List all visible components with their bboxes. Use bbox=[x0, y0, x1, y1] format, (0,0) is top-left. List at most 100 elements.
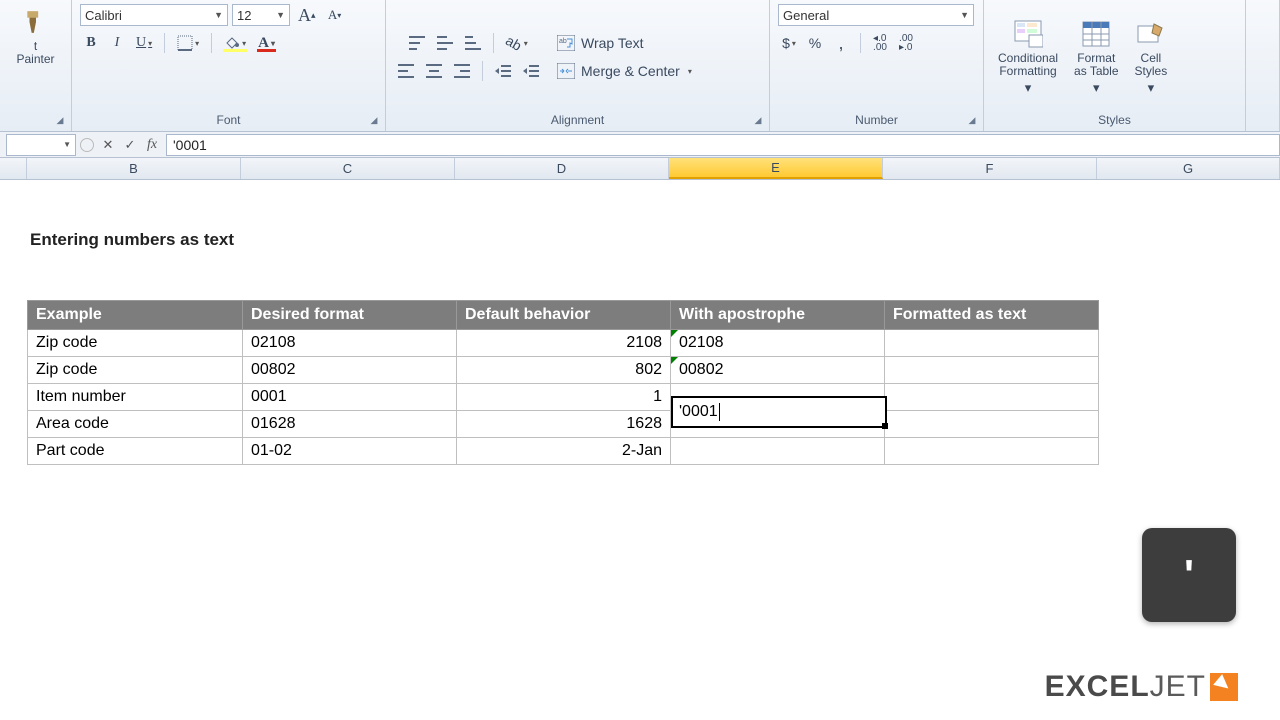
cell[interactable]: 0001 bbox=[243, 384, 457, 411]
cell[interactable]: 02108 bbox=[671, 330, 885, 357]
cell[interactable]: 802 bbox=[457, 357, 671, 384]
wrap-icon: ab bbox=[557, 35, 575, 51]
align-top-button[interactable] bbox=[405, 32, 429, 54]
ribbon-group-alignment: ab▾ ab Wrap Text Merge & bbox=[386, 0, 770, 131]
alignment-launcher-icon[interactable]: ◢ bbox=[751, 113, 765, 127]
formula-input-value: '0001 bbox=[173, 137, 207, 153]
table-row[interactable]: Zip code 02108 2108 02108 bbox=[28, 330, 1099, 357]
page-title: Entering numbers as text bbox=[30, 230, 234, 250]
header-formatted: Formatted as text bbox=[885, 301, 1099, 330]
merge-center-label: Merge & Center bbox=[581, 63, 680, 79]
cell[interactable]: Zip code bbox=[28, 330, 243, 357]
wrap-text-label: Wrap Text bbox=[581, 35, 644, 51]
align-center-button[interactable] bbox=[422, 60, 446, 82]
cell[interactable] bbox=[671, 438, 885, 465]
table-row[interactable]: Part code 01-02 2-Jan bbox=[28, 438, 1099, 465]
col-header-F[interactable]: F bbox=[883, 158, 1097, 179]
merge-center-button[interactable]: Merge & Center▾ bbox=[553, 60, 703, 82]
percent-format-button[interactable]: % bbox=[804, 32, 826, 54]
bold-button[interactable]: B bbox=[80, 32, 102, 54]
table-row[interactable]: Zip code 00802 802 00802 bbox=[28, 357, 1099, 384]
logo-mark-icon bbox=[1210, 673, 1238, 701]
table-row[interactable]: Area code 01628 1628 bbox=[28, 411, 1099, 438]
styles-group-label: Styles bbox=[992, 110, 1237, 131]
table-row[interactable]: Item number 0001 1 bbox=[28, 384, 1099, 411]
confirm-edit-button[interactable]: ✓ bbox=[120, 135, 140, 155]
format-table-icon bbox=[1080, 18, 1112, 50]
cell[interactable]: 00802 bbox=[243, 357, 457, 384]
borders-button[interactable]: ▾ bbox=[173, 32, 203, 54]
comma-format-button[interactable]: , bbox=[830, 32, 852, 54]
col-header-B[interactable]: B bbox=[27, 158, 241, 179]
cell[interactable]: 01628 bbox=[243, 411, 457, 438]
formula-input[interactable]: '0001 bbox=[166, 134, 1280, 156]
conditional-formatting-button[interactable]: Conditional Formatting ▾ bbox=[992, 16, 1064, 98]
font-name-value: Calibri bbox=[85, 8, 122, 23]
col-header-D[interactable]: D bbox=[455, 158, 669, 179]
cell[interactable]: 02108 bbox=[243, 330, 457, 357]
text-cursor bbox=[719, 403, 720, 421]
format-as-table-button[interactable]: Format as Table ▾ bbox=[1068, 16, 1124, 98]
col-header-G[interactable]: G bbox=[1097, 158, 1280, 179]
fill-color-button[interactable]: ▾ bbox=[220, 32, 250, 54]
cell[interactable]: 1628 bbox=[457, 411, 671, 438]
name-box[interactable]: ▼ bbox=[6, 134, 76, 156]
cell[interactable]: 2108 bbox=[457, 330, 671, 357]
cell[interactable]: Area code bbox=[28, 411, 243, 438]
cell-styles-icon bbox=[1135, 18, 1167, 50]
cell[interactable] bbox=[885, 330, 1099, 357]
insert-function-button[interactable]: fx bbox=[142, 135, 162, 155]
ribbon-group-clipboard: t Painter ◢ bbox=[0, 0, 72, 131]
number-launcher-icon[interactable]: ◢ bbox=[965, 113, 979, 127]
decrease-indent-button[interactable] bbox=[491, 60, 515, 82]
cell[interactable]: Part code bbox=[28, 438, 243, 465]
conditional-formatting-icon bbox=[1012, 18, 1044, 50]
cell-styles-label: Cell Styles bbox=[1135, 52, 1168, 78]
cell[interactable] bbox=[885, 357, 1099, 384]
format-painter-button[interactable]: t Painter bbox=[8, 4, 63, 68]
font-launcher-icon[interactable]: ◢ bbox=[367, 113, 381, 127]
table-header-row: Example Desired format Default behavior … bbox=[28, 301, 1099, 330]
font-size-value: 12 bbox=[237, 8, 251, 23]
underline-button[interactable]: U▾ bbox=[132, 32, 156, 54]
active-cell[interactable]: '0001 bbox=[671, 396, 887, 428]
increase-indent-button[interactable] bbox=[519, 60, 543, 82]
align-middle-button[interactable] bbox=[433, 32, 457, 54]
decrease-decimal-button[interactable]: .00▸.0 bbox=[895, 32, 917, 54]
worksheet-area[interactable]: Entering numbers as text Example Desired… bbox=[0, 180, 1280, 720]
clipboard-launcher-icon[interactable]: ◢ bbox=[53, 113, 67, 127]
select-all-corner[interactable] bbox=[0, 158, 27, 179]
cell[interactable]: Zip code bbox=[28, 357, 243, 384]
number-format-combo[interactable]: General▼ bbox=[778, 4, 974, 26]
font-color-button[interactable]: A▾ bbox=[254, 32, 279, 54]
shrink-font-button[interactable]: A▾ bbox=[324, 4, 346, 26]
align-bottom-button[interactable] bbox=[461, 32, 485, 54]
cell[interactable]: Item number bbox=[28, 384, 243, 411]
font-size-combo[interactable]: 12▼ bbox=[232, 4, 290, 26]
align-right-button[interactable] bbox=[450, 60, 474, 82]
conditional-formatting-label: Conditional Formatting bbox=[998, 52, 1058, 78]
font-name-combo[interactable]: Calibri▼ bbox=[80, 4, 228, 26]
italic-button[interactable]: I bbox=[106, 32, 128, 54]
font-group-label: Font bbox=[80, 110, 377, 131]
grow-font-button[interactable]: A▴ bbox=[294, 4, 320, 26]
increase-decimal-button[interactable]: ◂.0.00 bbox=[869, 32, 891, 54]
orientation-button[interactable]: ab▾ bbox=[502, 32, 532, 54]
cell[interactable]: 01-02 bbox=[243, 438, 457, 465]
svg-text:ab: ab bbox=[559, 38, 567, 45]
align-left-button[interactable] bbox=[394, 60, 418, 82]
wrap-text-button[interactable]: ab Wrap Text bbox=[553, 32, 703, 54]
cell[interactable] bbox=[885, 438, 1099, 465]
cell[interactable]: 2-Jan bbox=[457, 438, 671, 465]
cell[interactable]: 1 bbox=[457, 384, 671, 411]
cancel-edit-button[interactable]: ✕ bbox=[98, 135, 118, 155]
paintbrush-icon bbox=[20, 6, 52, 38]
col-header-E[interactable]: E bbox=[669, 158, 883, 179]
cell[interactable] bbox=[885, 411, 1099, 438]
cell-styles-button[interactable]: Cell Styles ▾ bbox=[1129, 16, 1174, 98]
accounting-format-button[interactable]: $▾ bbox=[778, 32, 800, 54]
cell[interactable]: 00802 bbox=[671, 357, 885, 384]
cell[interactable] bbox=[885, 384, 1099, 411]
col-header-C[interactable]: C bbox=[241, 158, 455, 179]
ribbon-group-number: General▼ $▾ % , ◂.0.00 .00▸.0 Number ◢ bbox=[770, 0, 984, 131]
